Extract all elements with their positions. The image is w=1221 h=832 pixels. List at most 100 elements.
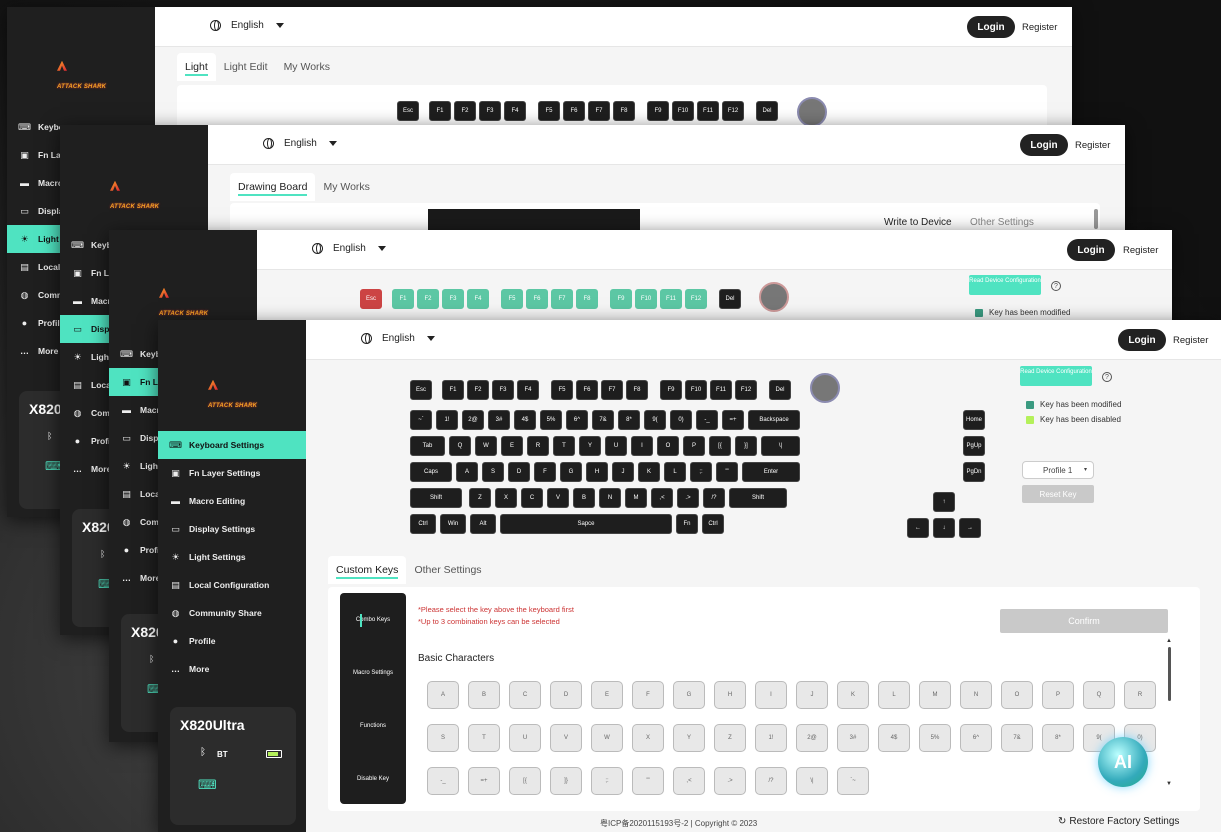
key-f7[interactable]: F7 <box>551 289 573 309</box>
key-fn[interactable]: Fn <box>676 514 698 534</box>
key-f12[interactable]: F12 <box>735 380 757 400</box>
key-down[interactable]: ↓ <box>933 518 955 538</box>
key-7[interactable]: 7& <box>592 410 614 430</box>
side-tab-functions[interactable]: Functions <box>340 723 406 729</box>
key-z[interactable]: Z <box>469 488 491 508</box>
char-key-g[interactable]: G <box>673 681 705 709</box>
char-key-backslash[interactable]: \| <box>796 767 828 795</box>
key-f4[interactable]: F4 <box>467 289 489 309</box>
key-f11[interactable]: F11 <box>660 289 682 309</box>
key-pgup[interactable]: PgUp <box>963 436 985 456</box>
key-8[interactable]: 8* <box>618 410 640 430</box>
key-9[interactable]: 9( <box>644 410 666 430</box>
char-key-2[interactable]: 2@ <box>796 724 828 752</box>
profile-select[interactable]: Profile 1 ▾ <box>1022 461 1094 479</box>
char-key-backtick[interactable]: `~ <box>837 767 869 795</box>
reset-key-button[interactable]: Reset Key <box>1022 485 1094 503</box>
char-key-7[interactable]: 7& <box>1001 724 1033 752</box>
login-button[interactable]: Login <box>1118 329 1166 351</box>
sidebar-item-macro-editing[interactable]: ▬ Macro Editing <box>158 487 306 515</box>
language-selector[interactable]: English <box>263 138 337 149</box>
key-6[interactable]: 6^ <box>566 410 588 430</box>
char-key-f[interactable]: F <box>632 681 664 709</box>
key-f5[interactable]: F5 <box>501 289 523 309</box>
key-esc[interactable]: Esc <box>410 380 432 400</box>
key-f8[interactable]: F8 <box>626 380 648 400</box>
char-key-j[interactable]: J <box>796 681 828 709</box>
char-key-a[interactable]: A <box>427 681 459 709</box>
key-f9[interactable]: F9 <box>610 289 632 309</box>
key-f9[interactable]: F9 <box>647 101 669 121</box>
key-win[interactable]: Win <box>440 514 466 534</box>
scroll-down-icon[interactable]: ▼ <box>1166 781 1172 787</box>
char-key-lbracket[interactable]: [{ <box>509 767 541 795</box>
key-lctrl[interactable]: Ctrl <box>410 514 436 534</box>
key-equal[interactable]: =+ <box>722 410 744 430</box>
language-selector[interactable]: English <box>312 243 386 254</box>
key-j[interactable]: J <box>612 462 634 482</box>
sidebar-item-light-settings[interactable]: ☀ Light Settings <box>158 543 306 571</box>
key-u[interactable]: U <box>605 436 627 456</box>
char-key-6[interactable]: 6^ <box>960 724 992 752</box>
key-f3[interactable]: F3 <box>442 289 464 309</box>
volume-knob[interactable] <box>759 282 789 312</box>
key-del[interactable]: Del <box>769 380 791 400</box>
key-t[interactable]: T <box>553 436 575 456</box>
key-h[interactable]: H <box>586 462 608 482</box>
tab-other-settings[interactable]: Other Settings <box>406 556 489 584</box>
key-v[interactable]: V <box>547 488 569 508</box>
char-key-x[interactable]: X <box>632 724 664 752</box>
key-f11[interactable]: F11 <box>697 101 719 121</box>
key-f8[interactable]: F8 <box>576 289 598 309</box>
side-tab-combo-keys[interactable]: Combo Keys <box>340 617 406 623</box>
char-key-w[interactable]: W <box>591 724 623 752</box>
language-selector[interactable]: English <box>361 333 435 344</box>
char-key-equal[interactable]: =+ <box>468 767 500 795</box>
tab-light[interactable]: Light <box>177 53 216 81</box>
key-m[interactable]: M <box>625 488 647 508</box>
login-button[interactable]: Login <box>1020 134 1068 156</box>
key-f7[interactable]: F7 <box>601 380 623 400</box>
key-lshift[interactable]: Shift <box>410 488 462 508</box>
login-button[interactable]: Login <box>1067 239 1115 261</box>
sidebar-item-profile[interactable]: ● Profile <box>158 627 306 655</box>
key-f8[interactable]: F8 <box>613 101 635 121</box>
char-key-m[interactable]: M <box>919 681 951 709</box>
char-key-4[interactable]: 4$ <box>878 724 910 752</box>
key-right[interactable]: → <box>959 518 981 538</box>
key-e[interactable]: E <box>501 436 523 456</box>
key-a[interactable]: A <box>456 462 478 482</box>
key-esc[interactable]: Esc <box>360 289 382 309</box>
key-f1[interactable]: F1 <box>442 380 464 400</box>
key-f7[interactable]: F7 <box>588 101 610 121</box>
key-tab[interactable]: Tab <box>410 436 445 456</box>
key-slash[interactable]: /? <box>703 488 725 508</box>
key-comma[interactable]: ,< <box>651 488 673 508</box>
register-link[interactable]: Register <box>1173 335 1208 346</box>
char-key-o[interactable]: O <box>1001 681 1033 709</box>
key-p[interactable]: P <box>683 436 705 456</box>
char-key-5[interactable]: 5% <box>919 724 951 752</box>
key-up[interactable]: ↑ <box>933 492 955 512</box>
side-tab-macro-settings[interactable]: Macro Settings <box>340 670 406 676</box>
char-key-q[interactable]: Q <box>1083 681 1115 709</box>
sidebar-item-display-settings[interactable]: ▭ Display Settings <box>158 515 306 543</box>
char-key-slash[interactable]: /? <box>755 767 787 795</box>
key-s[interactable]: S <box>482 462 504 482</box>
key-f12[interactable]: F12 <box>722 101 744 121</box>
read-config-button[interactable]: Read Device Configuration <box>969 275 1041 295</box>
char-key-rbracket[interactable]: ]} <box>550 767 582 795</box>
key-pgdn[interactable]: PgDn <box>963 462 985 482</box>
volume-knob[interactable] <box>810 373 840 403</box>
key-backslash[interactable]: \| <box>761 436 800 456</box>
key-x[interactable]: X <box>495 488 517 508</box>
char-key-e[interactable]: E <box>591 681 623 709</box>
key-home[interactable]: Home <box>963 410 985 430</box>
char-key-b[interactable]: B <box>468 681 500 709</box>
char-key-k[interactable]: K <box>837 681 869 709</box>
key-f10[interactable]: F10 <box>672 101 694 121</box>
key-f6[interactable]: F6 <box>576 380 598 400</box>
tab-light-edit[interactable]: Light Edit <box>216 53 276 81</box>
key-y[interactable]: Y <box>579 436 601 456</box>
key-2[interactable]: 2@ <box>462 410 484 430</box>
